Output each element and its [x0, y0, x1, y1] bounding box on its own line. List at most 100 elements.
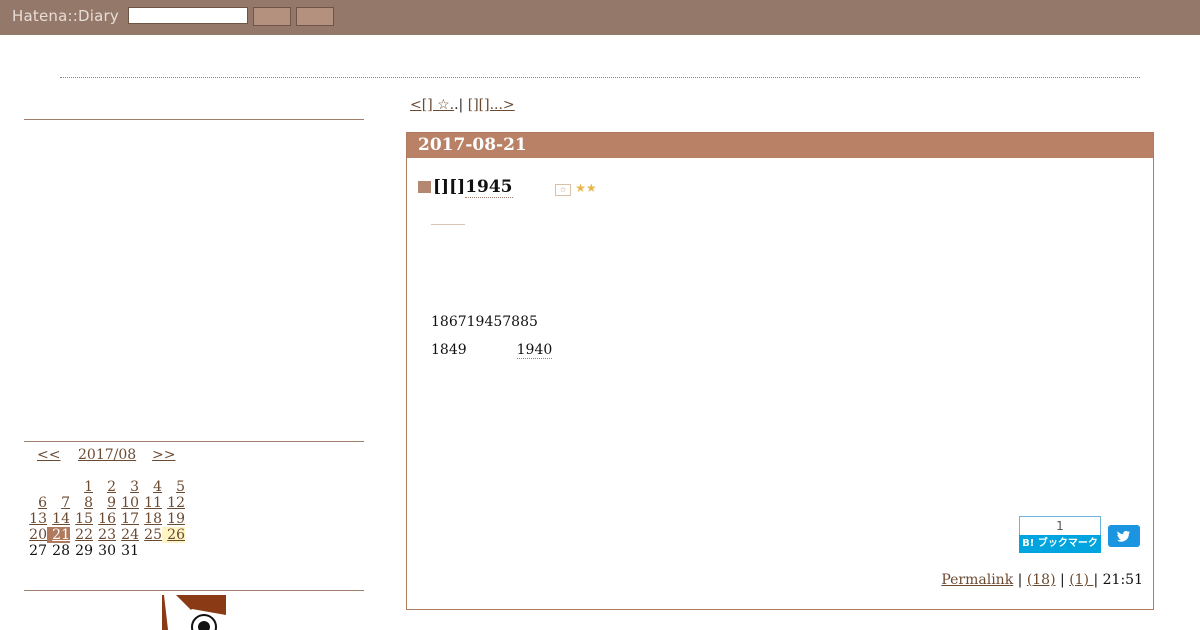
calendar-day-cell: 30	[93, 543, 116, 559]
calendar-day-cell: 16	[93, 511, 116, 527]
calendar-day-cell: 14	[47, 511, 70, 527]
calendar-day-cell: 31	[116, 543, 139, 559]
calendar-day-link[interactable]: 11	[144, 495, 162, 511]
calendar-week: 6 7 8 9 10 11 12	[24, 495, 185, 511]
calendar-day-cell: 17	[116, 511, 139, 527]
calendar-day: 28	[52, 543, 70, 559]
calendar-day-cell: 27	[24, 543, 47, 559]
calendar-day-cell: 23	[93, 527, 116, 543]
calendar-day-cell: 12	[162, 495, 185, 511]
calendar-day-link[interactable]: 24	[121, 527, 139, 543]
section-category[interactable]: [][]	[433, 177, 465, 197]
body-text-line-2: 1849 1940	[431, 342, 553, 359]
calendar-prev-link[interactable]: <<	[37, 447, 60, 463]
calendar-day-cell: 15	[70, 511, 93, 527]
body-text-line-1: 186719457885	[431, 314, 538, 330]
star-area: ✩ ★★	[555, 181, 597, 196]
calendar-day-cell: 10	[116, 495, 139, 511]
calendar-day: 31	[121, 543, 139, 559]
section-square-icon[interactable]	[418, 181, 431, 193]
pager-separator: .|	[454, 97, 468, 113]
calendar-day-link[interactable]: 5	[176, 479, 185, 495]
calendar-month-link[interactable]: 2017/08	[78, 447, 136, 463]
calendar-day-link[interactable]: 26	[167, 527, 185, 543]
hatena-bookmark-button[interactable]: 1 B! ブックマーク	[1019, 516, 1101, 554]
bookmark-label[interactable]: B! ブックマーク	[1019, 535, 1101, 553]
sidebar-divider-calendar	[24, 441, 364, 442]
calendar-day-cell: 26	[162, 527, 185, 543]
calendar-day-link[interactable]: 8	[84, 495, 93, 511]
calendar-day-cell: 20	[24, 527, 47, 543]
site-logo[interactable]: Hatena::Diary	[12, 7, 119, 25]
calendar-day-link[interactable]: 15	[75, 511, 93, 527]
calendar-day-link[interactable]: 22	[75, 527, 93, 543]
calendar-day-link[interactable]: 7	[61, 495, 70, 511]
calendar-day-link[interactable]: 2	[107, 479, 116, 495]
secondary-button[interactable]	[296, 7, 334, 26]
calendar-day-link[interactable]: 12	[167, 495, 185, 511]
calendar-day-link[interactable]: 20	[29, 527, 47, 543]
calendar-grid: 1 2 3 4 5 6 7 8 9 10 11 12 13 14 15 16 17 18 19 20 21 22 23 24 2…	[24, 479, 185, 559]
calendar-day: 27	[29, 543, 47, 559]
calendar-day-cell: 29	[70, 543, 93, 559]
top-bar: Hatena::Diary	[0, 0, 1200, 35]
calendar-day-cell: 2	[93, 479, 116, 495]
calendar-day-cell: 24	[116, 527, 139, 543]
body-text-2a: 1849	[431, 342, 467, 358]
add-star-icon[interactable]: ✩	[555, 184, 571, 196]
tweet-button[interactable]	[1108, 525, 1140, 547]
calendar-day-link[interactable]: 13	[29, 511, 47, 527]
calendar-day-link[interactable]: 14	[52, 511, 70, 527]
comments-link[interactable]: (18)	[1027, 572, 1056, 588]
calendar-day-cell	[47, 479, 70, 495]
calendar-day-link[interactable]: 19	[167, 511, 185, 527]
calendar-day-link[interactable]: 23	[98, 527, 116, 543]
calendar-day-link[interactable]: 18	[144, 511, 162, 527]
entry-time: 21:51	[1102, 572, 1143, 588]
section-title: [][]1945	[418, 177, 513, 198]
calendar-day-cell: 5	[162, 479, 185, 495]
calendar-day-cell	[162, 543, 185, 559]
prev-entry-link[interactable]: <[] ☆.	[410, 97, 454, 113]
calendar-day-link[interactable]: 25	[144, 527, 162, 543]
sidebar-divider-top	[24, 119, 364, 120]
profile-image[interactable]	[162, 595, 226, 630]
entry-pager: <[] ☆..| [][]...>	[410, 97, 515, 113]
calendar-day-link[interactable]: 3	[130, 479, 139, 495]
calendar-day-link[interactable]: 17	[121, 511, 139, 527]
calendar-day-cell: 6	[24, 495, 47, 511]
calendar-day-cell: 3	[116, 479, 139, 495]
calendar-day-link[interactable]: 9	[107, 495, 116, 511]
search-button[interactable]	[253, 7, 291, 26]
calendar-day: 29	[75, 543, 93, 559]
twitter-bird-icon	[1117, 530, 1130, 542]
calendar-day-cell: 8	[70, 495, 93, 511]
calendar-day-cell: 19	[162, 511, 185, 527]
calendar-day-cell: 4	[139, 479, 162, 495]
permalink-link[interactable]: Permalink	[941, 572, 1013, 588]
entry-footer: Permalink | (18) | (1) | 21:51	[941, 572, 1143, 588]
day-date[interactable]: 2017-08-21	[418, 135, 527, 155]
section-title-link[interactable]: 1945	[465, 177, 513, 198]
calendar-day-cell: 9	[93, 495, 116, 511]
calendar-day-cell: 1	[70, 479, 93, 495]
calendar-day-cell: 11	[139, 495, 162, 511]
calendar-day-cell	[139, 543, 162, 559]
keyword-link[interactable]: 1940	[516, 342, 553, 359]
calendar-week: 13 14 15 16 17 18 19	[24, 511, 185, 527]
calendar-day-link[interactable]: 4	[153, 479, 162, 495]
next-entry-link[interactable]: [][]...>	[468, 97, 515, 113]
bookmark-count[interactable]: 1	[1019, 516, 1101, 535]
trackback-link[interactable]: (1)	[1069, 572, 1093, 588]
calendar-day-link[interactable]: 6	[38, 495, 47, 511]
profile-image-graphic	[162, 595, 226, 630]
stars[interactable]: ★★	[575, 181, 597, 195]
calendar-day-link[interactable]: 16	[98, 511, 116, 527]
calendar-day-link[interactable]: 10	[121, 495, 139, 511]
calendar-day-link[interactable]: 1	[84, 479, 93, 495]
calendar-next-link[interactable]: >>	[152, 447, 175, 463]
calendar-day-link[interactable]: 21	[52, 527, 70, 543]
search-input[interactable]	[128, 7, 248, 24]
calendar-day-cell: 18	[139, 511, 162, 527]
calendar-week: 12345	[24, 479, 185, 495]
